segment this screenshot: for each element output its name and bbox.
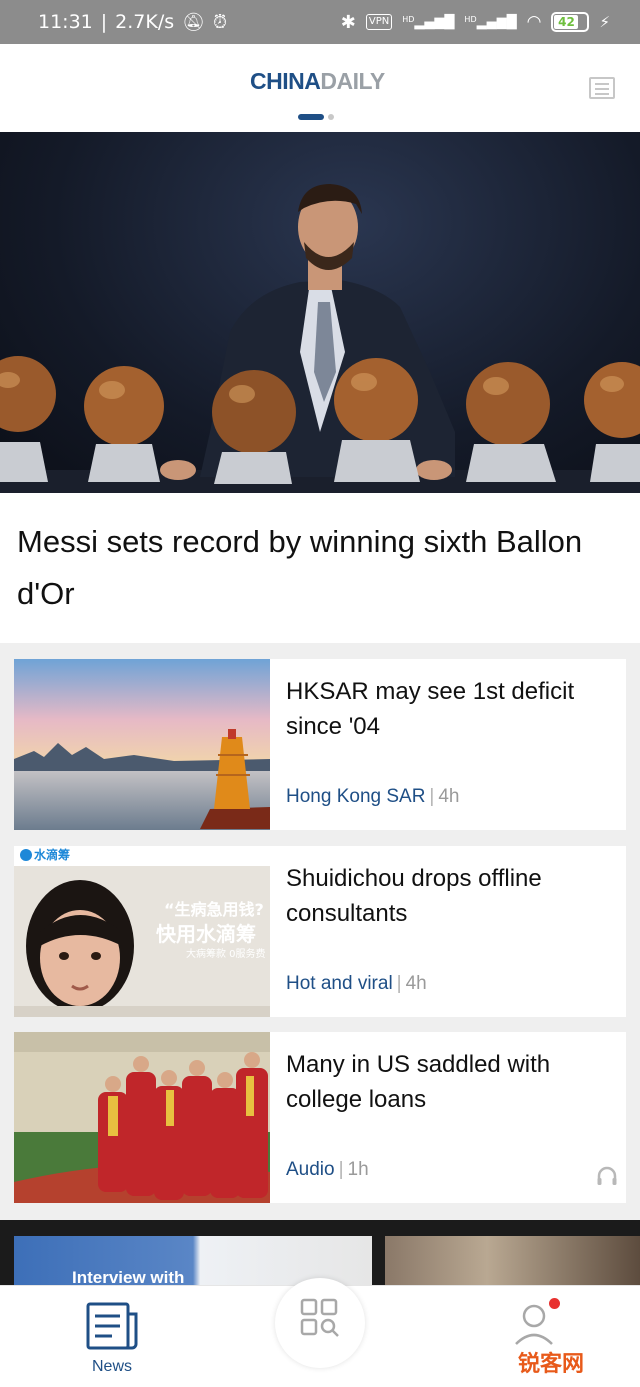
nav-news-label: News — [91, 1358, 132, 1375]
ad-line-2: 快用水滴筹 — [156, 922, 256, 946]
headphone-icon[interactable] — [596, 1165, 618, 1187]
charging-icon: ⚡︎ — [599, 13, 610, 31]
card-time: 1h — [347, 1159, 369, 1180]
battery-icon: 42 — [551, 12, 590, 32]
page-dot-active — [298, 114, 324, 120]
signal-icon-2: HD▂▄▆█ — [464, 14, 517, 30]
card-time: 4h — [438, 786, 460, 807]
hero-image[interactable] — [0, 132, 640, 493]
logo-china: CHINA — [250, 68, 321, 94]
status-bar: 11:31 | 2.7K/s 🔕︎ ⏰︎ ✱ VPN HD▂▄▆█ HD▂▄▆█… — [0, 0, 640, 44]
meta-separator: | — [396, 973, 402, 994]
vpn-icon: VPN — [365, 14, 393, 30]
discover-button[interactable] — [275, 1278, 365, 1368]
status-time: 11:31 — [38, 11, 93, 33]
bluetooth-icon: ✱ — [340, 11, 356, 33]
alarm-icon: ⏰︎ — [213, 11, 228, 33]
watermark-logo: 锐客网 — [518, 1352, 585, 1377]
nav-news[interactable]: News — [80, 1300, 144, 1380]
news-icon — [86, 1302, 138, 1350]
card-category[interactable]: Hot and viral — [286, 973, 393, 994]
page-dot — [328, 114, 334, 120]
card-thumbnail: 水滴筹 “生病急用钱? 快用水滴筹 大病筹款 0服务费 — [14, 846, 270, 1017]
card-title: HKSAR may see 1st deficit since '04 — [286, 678, 575, 740]
china-daily-logo[interactable]: CHINADAILY — [250, 68, 385, 95]
card-meta: Audio | 1h — [286, 1159, 369, 1181]
grid-search-icon — [300, 1298, 339, 1337]
status-divider: | — [100, 11, 108, 33]
notification-muted-icon: 🔕︎ — [182, 11, 206, 33]
graduation-photo — [14, 1032, 270, 1203]
status-speed: 2.7K/s — [115, 11, 175, 33]
harbor-photo — [14, 659, 270, 830]
menu-icon[interactable] — [589, 77, 615, 99]
battery-level: 42 — [554, 15, 579, 29]
hero-title[interactable]: Messi sets record by winning sixth Ballo… — [17, 516, 627, 620]
card-meta: Hot and viral | 4h — [286, 973, 427, 995]
app-header: CHINADAILY — [0, 44, 640, 132]
status-left: 11:31 | 2.7K/s 🔕︎ ⏰︎ — [38, 11, 227, 33]
ad-line-1: “生病急用钱? — [164, 900, 264, 919]
card-thumbnail — [14, 1032, 270, 1203]
status-right: ✱ VPN HD▂▄▆█ HD▂▄▆█ ◠ 42 ⚡︎ — [341, 12, 610, 33]
ad-line-3: 大病筹款 0服务费 — [186, 949, 266, 960]
logo-daily: DAILY — [320, 68, 385, 94]
card-meta: Hong Kong SAR | 4h — [286, 786, 460, 808]
news-card[interactable]: HKSAR may see 1st deficit since '04 Hong… — [14, 659, 626, 830]
page-indicator — [298, 114, 334, 120]
wifi-icon: ◠ — [526, 12, 542, 32]
card-time: 4h — [405, 973, 427, 994]
card-category[interactable]: Audio — [286, 1159, 335, 1180]
meta-separator: | — [429, 786, 435, 807]
card-title: Shuidichou drops offline consultants — [286, 865, 542, 927]
ad-brand: 水滴筹 — [34, 848, 71, 862]
news-card[interactable]: Many in US saddled with college loans Au… — [14, 1032, 626, 1203]
signal-icon: HD▂▄▆█ — [402, 14, 455, 30]
hero-photo — [0, 184, 640, 493]
notification-badge — [549, 1298, 560, 1309]
card-category[interactable]: Hong Kong SAR — [286, 786, 425, 807]
news-card[interactable]: 水滴筹 “生病急用钱? 快用水滴筹 大病筹款 0服务费 Shuidichou d… — [14, 846, 626, 1017]
card-thumbnail — [14, 659, 270, 830]
card-title: Many in US saddled with college loans — [286, 1051, 551, 1113]
meta-separator: | — [338, 1159, 344, 1180]
bottom-nav: News 锐客网 — [0, 1278, 640, 1387]
preview-image-2 — [385, 1236, 640, 1288]
